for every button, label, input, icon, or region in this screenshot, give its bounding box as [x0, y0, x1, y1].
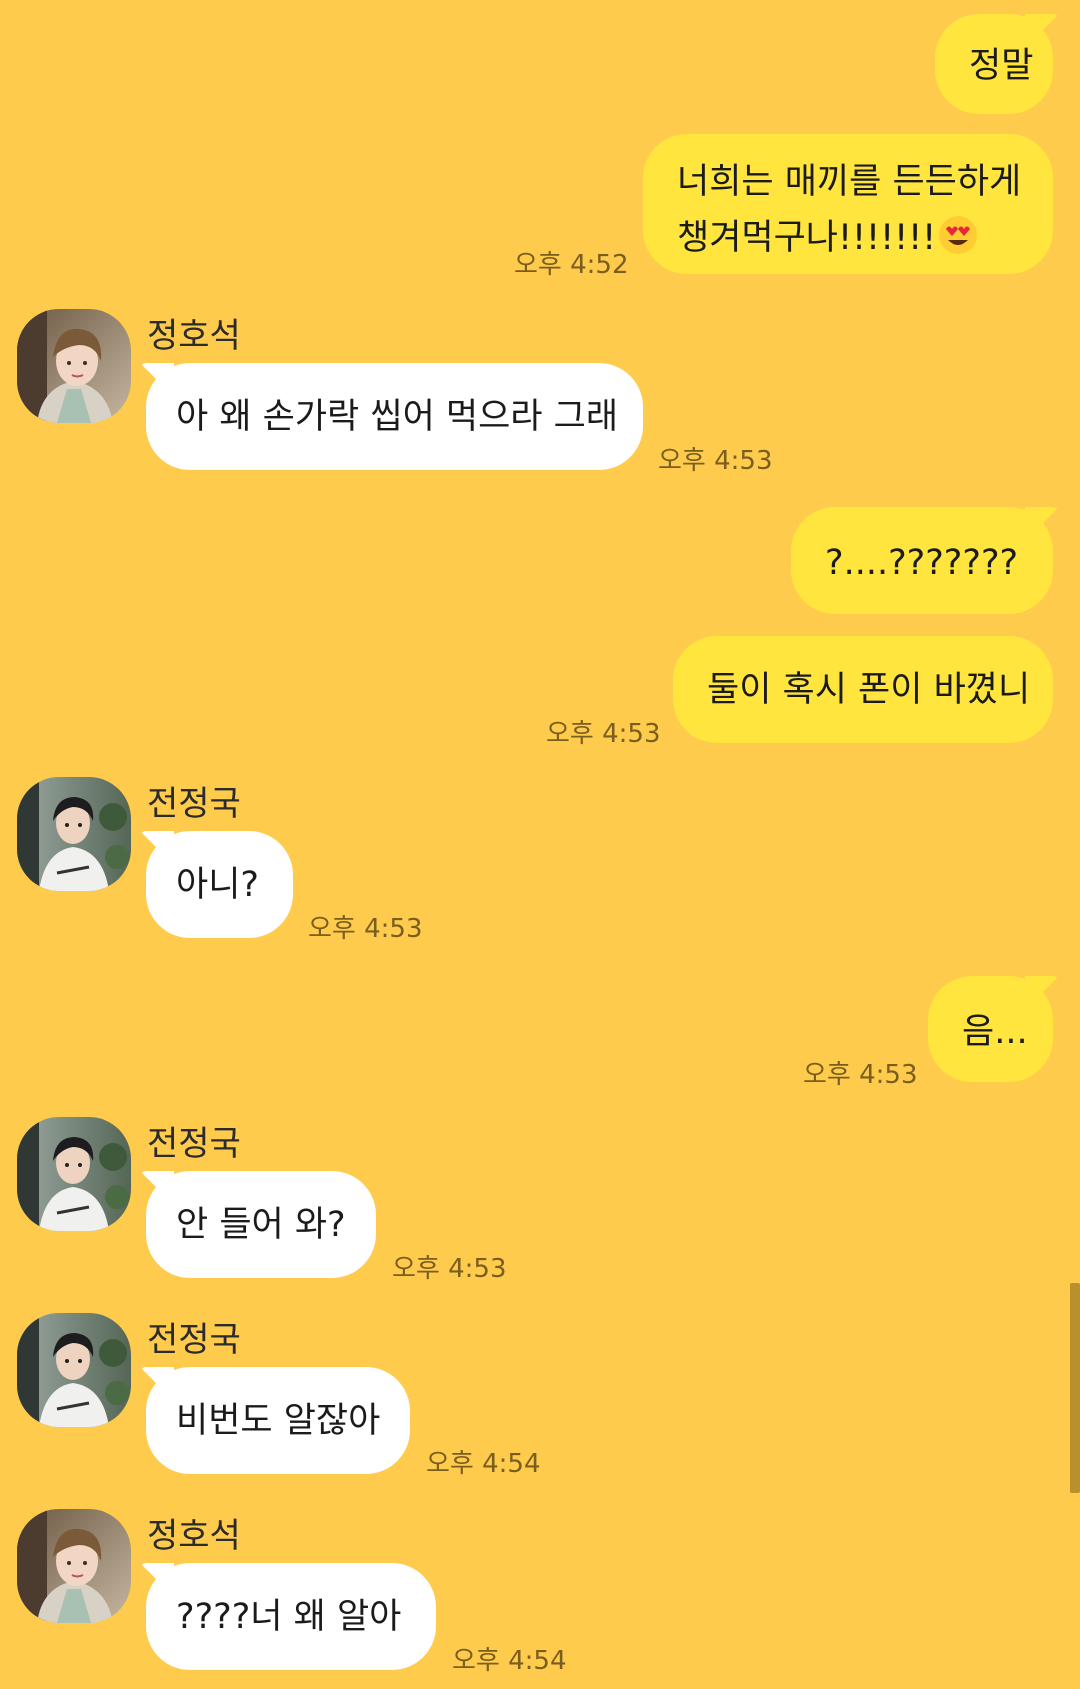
- message-text: ?....???????: [825, 543, 1019, 583]
- avatar-photo: [17, 1509, 131, 1623]
- timestamp: 오후 4:53: [392, 1254, 507, 1284]
- sender-name: 전정국: [147, 1124, 241, 1164]
- avatar[interactable]: [17, 1117, 131, 1231]
- timestamp: 오후 4:53: [308, 914, 423, 944]
- avatar-photo: [17, 1313, 131, 1427]
- message-bubble[interactable]: ?....???????: [791, 507, 1053, 614]
- message-bubble[interactable]: 너희는 매끼를 든든하게 챙겨먹구나!!!!!!!: [643, 134, 1053, 274]
- message-text: 음...: [962, 1012, 1028, 1052]
- message-text-line: 챙겨먹구나!!!!!!!: [677, 210, 1053, 266]
- timestamp: 오후 4:53: [546, 719, 661, 749]
- avatar[interactable]: [17, 777, 131, 891]
- message-text: 둘이 혹시 폰이 바꼈니: [707, 670, 1031, 710]
- avatar[interactable]: [17, 309, 131, 423]
- message-bubble[interactable]: 둘이 혹시 폰이 바꼈니: [673, 636, 1053, 743]
- message-text: 안 들어 와?: [176, 1205, 346, 1245]
- timestamp: 오후 4:54: [452, 1646, 567, 1676]
- avatar[interactable]: [17, 1509, 131, 1623]
- avatar[interactable]: [17, 1313, 131, 1427]
- message-text: 정말: [969, 46, 1034, 86]
- timestamp: 오후 4:54: [426, 1449, 541, 1479]
- heart-eyes-emoji: [939, 216, 978, 254]
- message-bubble[interactable]: 안 들어 와?: [146, 1171, 376, 1278]
- avatar-photo: [17, 1117, 131, 1231]
- timestamp: 오후 4:52: [514, 250, 629, 280]
- sender-name: 전정국: [147, 784, 241, 824]
- message-bubble[interactable]: 정말: [935, 14, 1053, 114]
- message-text: ????너 왜 알아: [176, 1597, 402, 1637]
- sender-name: 정호석: [147, 316, 241, 356]
- message-text: 비번도 알잖아: [176, 1401, 381, 1441]
- timestamp: 오후 4:53: [658, 446, 773, 476]
- sender-name: 전정국: [147, 1320, 241, 1360]
- avatar-photo: [17, 777, 131, 891]
- message-bubble[interactable]: 아 왜 손가락 씹어 먹으라 그래: [146, 363, 643, 470]
- message-bubble[interactable]: 비번도 알잖아: [146, 1367, 410, 1474]
- avatar-photo: [17, 309, 131, 423]
- scrollbar[interactable]: [1070, 1283, 1080, 1493]
- sender-name: 정호석: [147, 1516, 241, 1556]
- timestamp: 오후 4:53: [803, 1060, 918, 1090]
- message-text-line: 너희는 매끼를 든든하게: [677, 162, 1022, 202]
- message-bubble[interactable]: 아니?: [146, 831, 293, 938]
- message-bubble[interactable]: 음...: [928, 976, 1053, 1082]
- message-bubble[interactable]: ????너 왜 알아: [146, 1563, 436, 1670]
- message-text: 아 왜 손가락 씹어 먹으라 그래: [176, 397, 619, 437]
- message-text: 아니?: [176, 865, 259, 905]
